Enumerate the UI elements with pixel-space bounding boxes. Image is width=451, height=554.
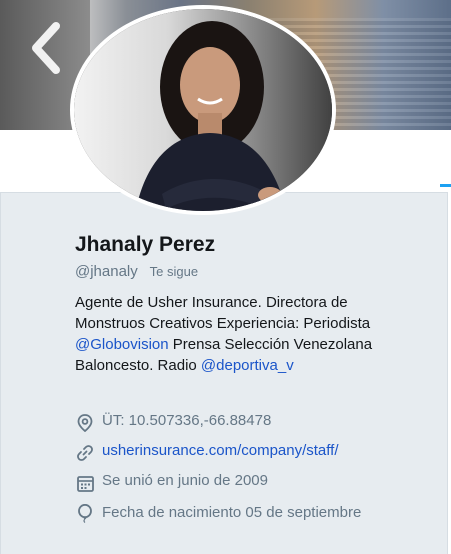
bio-text-1: Agente de Usher Insurance. Directora de … <box>75 294 371 332</box>
birthday-text: Fecha de nacimiento 05 de septiembre <box>102 504 362 521</box>
avatar-photo <box>74 9 332 211</box>
joined-row: Se unió en junio de 2009 <box>75 472 268 493</box>
mention-deportiva-link[interactable]: @deportiva_v <box>201 357 294 374</box>
joined-text: Se unió en junio de 2009 <box>102 472 268 489</box>
birthday-row: Fecha de nacimiento 05 de septiembre <box>75 502 362 523</box>
handle-row: @jhanaly Te sigue <box>75 263 198 280</box>
location-text: ÜT: 10.507336,-66.88478 <box>102 412 272 429</box>
website-link[interactable]: usherinsurance.com/company/staff/ <box>102 442 339 459</box>
location-pin-icon <box>75 413 95 433</box>
avatar[interactable] <box>70 5 336 215</box>
profile-name[interactable]: Jhanaly Perez <box>75 233 215 257</box>
balloon-icon <box>75 503 95 523</box>
profile-handle[interactable]: @jhanaly <box>75 263 138 280</box>
profile-bio: Agente de Usher Insurance. Directora de … <box>75 292 415 376</box>
location-row: ÜT: 10.507336,-66.88478 <box>75 412 271 433</box>
active-tab-indicator <box>440 184 451 187</box>
website-row: usherinsurance.com/company/staff/ <box>75 442 339 463</box>
back-button[interactable] <box>14 10 78 90</box>
chevron-left-icon <box>26 20 66 81</box>
follows-you-badge: Te sigue <box>149 264 199 279</box>
mention-globovision-link[interactable]: @Globovision <box>75 336 169 353</box>
link-icon <box>75 443 95 463</box>
calendar-icon <box>75 473 95 493</box>
